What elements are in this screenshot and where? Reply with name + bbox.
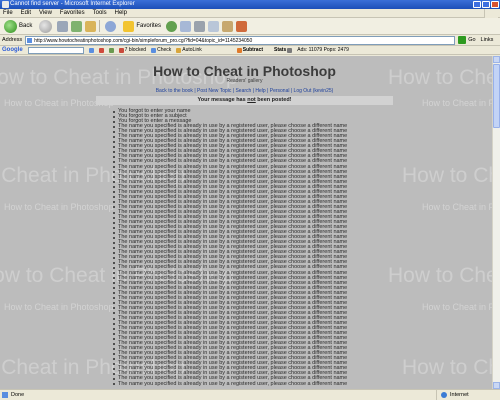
address-url: http://www.howtocheatinphotoshop.com/cgi… [34, 37, 253, 44]
page-info-icon[interactable] [108, 47, 114, 53]
zone-label: Internet [450, 392, 469, 398]
menu-help[interactable]: Help [115, 9, 127, 17]
watermark: How to Cheat in Photoshop [422, 202, 492, 212]
favorites-label: Favorites [136, 23, 162, 29]
messenger-icon[interactable] [236, 20, 248, 32]
autolink-button[interactable]: AutoLink [176, 46, 202, 54]
status-bar: Done Internet [0, 389, 500, 400]
watermark: How to Cheat in Photoshop [388, 264, 492, 287]
spellcheck-button[interactable]: Check [151, 46, 172, 54]
stats-icon [287, 47, 293, 53]
back-button[interactable]: Back [2, 19, 34, 33]
google-logo[interactable]: Google [2, 46, 23, 54]
autolink-icon [176, 47, 182, 53]
page-icon [2, 392, 8, 398]
blocked-count: 7 blocked [124, 46, 147, 53]
page-viewport: How to Cheat in Photoshop How to Cheat i… [0, 56, 492, 389]
security-zone: Internet [436, 390, 469, 400]
title-bar[interactable]: Cannot find server - Microsoft Internet … [0, 0, 500, 9]
menu-view[interactable]: View [39, 9, 52, 17]
page-title: How to Cheat in Photoshop [153, 63, 336, 79]
subtract-icon [236, 47, 242, 53]
ads-counter: Ads: 11079 Pops: 2479 [297, 46, 349, 53]
vertical-scrollbar[interactable] [492, 56, 500, 389]
search-web-icon[interactable] [88, 47, 94, 53]
post-status-message: Your message has not been posted! [96, 96, 393, 105]
back-arrow-icon [4, 19, 17, 33]
globe-icon [441, 392, 447, 398]
forum-page: How to Cheat in Photoshop Readers' galle… [96, 56, 393, 389]
watermark: How to Cheat in Photoshop [4, 202, 114, 212]
message-prefix: Your message has [197, 97, 248, 103]
status-text: Done [11, 392, 25, 398]
links-button[interactable]: Links [481, 35, 494, 46]
go-arrow-icon [458, 36, 467, 44]
menu-favorites[interactable]: Favorites [60, 9, 85, 17]
forward-button[interactable] [37, 19, 54, 33]
print-icon[interactable] [194, 20, 206, 32]
refresh-icon[interactable] [71, 20, 83, 32]
message-emphasis: not [247, 97, 256, 103]
forum-nav-links[interactable]: Back to the book | Post New Topic | Sear… [101, 88, 388, 94]
address-input[interactable]: http://www.howtocheatinphotoshop.com/cgi… [25, 35, 456, 45]
ie-icon [2, 1, 9, 8]
stats-label: Stats [274, 46, 287, 53]
message-suffix: been posted! [255, 97, 292, 103]
stats-button[interactable]: Stats [274, 46, 293, 54]
subtract-label: Subtract [242, 46, 264, 53]
check-label: Check [157, 46, 172, 53]
scroll-up-button[interactable] [493, 56, 500, 63]
close-button[interactable] [491, 1, 499, 8]
menu-tools[interactable]: Tools [93, 9, 107, 17]
check-icon [151, 47, 157, 53]
discuss-icon[interactable] [222, 20, 234, 32]
back-label: Back [19, 23, 33, 29]
watermark: How to Cheat in Photoshop [402, 164, 492, 187]
pagerank-icon[interactable] [98, 47, 104, 53]
mail-icon[interactable] [180, 20, 192, 32]
watermark: How to Cheat in Photoshop [402, 356, 492, 379]
error-list: You forgot to enter your name You forgot … [113, 108, 373, 387]
popup-blocker[interactable]: 7 blocked [118, 46, 147, 54]
scroll-thumb[interactable] [493, 64, 500, 128]
page-subtitle: Readers' gallery [226, 78, 263, 84]
page-icon [27, 37, 33, 43]
google-search-input[interactable] [27, 46, 84, 54]
history-icon[interactable] [166, 20, 178, 32]
menu-bar: File Edit View Favorites Tools Help [0, 9, 500, 18]
watermark: How to Cheat in Photoshop [422, 302, 492, 312]
watermark: How to Cheat in Photoshop [422, 98, 492, 108]
scroll-down-button[interactable] [493, 382, 500, 389]
search-button[interactable] [103, 19, 118, 33]
window-controls [473, 1, 499, 8]
menu-edit[interactable]: Edit [21, 9, 31, 17]
edit-icon[interactable] [208, 20, 220, 32]
autolink-label: AutoLink [182, 46, 202, 53]
address-label: Address [2, 36, 23, 43]
home-icon[interactable] [85, 20, 97, 32]
error-item: The name you specified is already in use… [113, 381, 373, 387]
forward-arrow-icon [39, 19, 53, 33]
go-label: Go [468, 36, 476, 43]
go-button[interactable]: Go [458, 35, 476, 46]
search-icon [105, 20, 117, 32]
windows-logo-icon [484, 9, 498, 18]
google-toolbar: Google 7 blocked Check AutoLink Subtract… [0, 46, 500, 55]
toolbar-separator [99, 20, 101, 32]
minimize-button[interactable] [473, 1, 481, 8]
browser-window: Cannot find server - Microsoft Internet … [0, 0, 500, 400]
star-icon [123, 20, 135, 32]
maximize-button[interactable] [482, 1, 490, 8]
standard-toolbar: Back Favorites [0, 18, 500, 35]
watermark: How to Cheat in Photoshop [388, 66, 492, 89]
address-bar: Address http://www.howtocheatinphotoshop… [0, 35, 500, 46]
subtract-button[interactable]: Subtract [236, 46, 264, 54]
favorites-button[interactable]: Favorites [121, 19, 163, 33]
blocker-icon [118, 47, 124, 53]
watermark: How to Cheat in Photoshop [4, 302, 114, 312]
menu-file[interactable]: File [3, 9, 13, 17]
window-title: Cannot find server - Microsoft Internet … [10, 1, 135, 7]
stop-icon[interactable] [57, 20, 69, 32]
